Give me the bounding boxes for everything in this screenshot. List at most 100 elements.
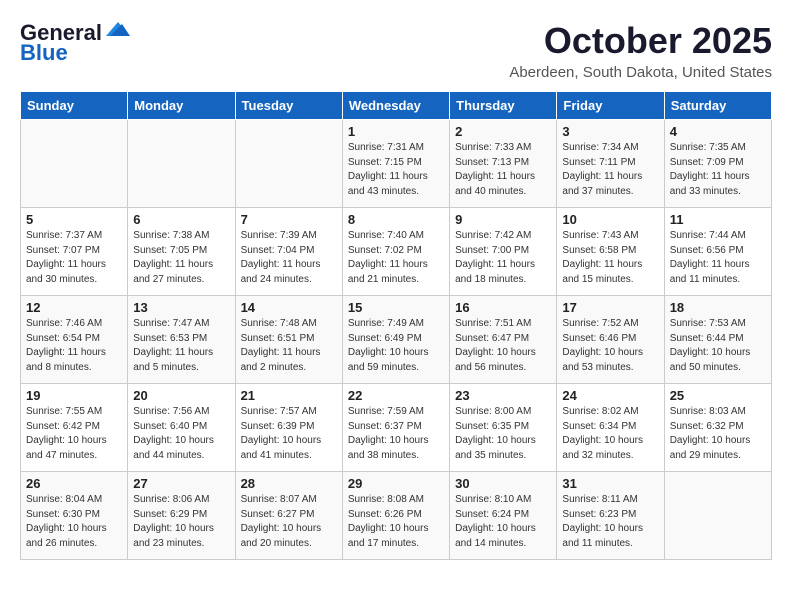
day-info: Sunrise: 7:57 AM Sunset: 6:39 PM Dayligh…: [241, 405, 337, 463]
week-row-4: 19 Sunrise: 7:55 AM Sunset: 6:42 PM Dayli…: [21, 384, 772, 472]
day-info: Sunrise: 7:59 AM Sunset: 6:37 PM Dayligh…: [348, 405, 444, 463]
day-number: 1: [348, 124, 444, 139]
week-row-5: 26Sunrise: 8:04 AM Sunset: 6:30 PM Dayli…: [21, 472, 772, 560]
page-header: General Blue October 2025 Aberdeen, Sout…: [20, 20, 772, 81]
day-info: Sunrise: 7:44 AM Sunset: 6:56 PM Dayligh…: [670, 229, 766, 287]
calendar-cell: 24 Sunrise: 8:02 AM Sunset: 6:34 PM Dayli…: [557, 384, 664, 472]
calendar-cell: [235, 120, 342, 208]
week-row-1: 1 Sunrise: 7:31 AM Sunset: 7:15 PM Daylig…: [21, 120, 772, 208]
day-info: Sunrise: 7:52 AM Sunset: 6:46 PM Dayligh…: [562, 317, 658, 375]
day-info: Sunrise: 7:33 AM Sunset: 7:13 PM Dayligh…: [455, 141, 551, 199]
day-info: Sunrise: 8:06 AM Sunset: 6:29 PM Dayligh…: [133, 493, 229, 551]
day-info: Sunrise: 8:11 AM Sunset: 6:23 PM Dayligh…: [562, 493, 658, 551]
calendar-cell: 13 Sunrise: 7:47 AM Sunset: 6:53 PM Dayli…: [128, 296, 235, 384]
day-info: Sunrise: 8:04 AM Sunset: 6:30 PM Dayligh…: [26, 493, 122, 551]
calendar-cell: 18 Sunrise: 7:53 AM Sunset: 6:44 PM Dayli…: [664, 296, 771, 384]
calendar-cell: 1 Sunrise: 7:31 AM Sunset: 7:15 PM Daylig…: [342, 120, 449, 208]
calendar-cell: 31 Sunrise: 8:11 AM Sunset: 6:23 PM Dayli…: [557, 472, 664, 560]
day-info: Sunrise: 7:34 AM Sunset: 7:11 PM Dayligh…: [562, 141, 658, 199]
calendar-cell: 15Sunrise: 7:49 AM Sunset: 6:49 PM Dayli…: [342, 296, 449, 384]
week-row-3: 12 Sunrise: 7:46 AM Sunset: 6:54 PM Dayli…: [21, 296, 772, 384]
day-info: Sunrise: 7:48 AM Sunset: 6:51 PM Dayligh…: [241, 317, 337, 375]
day-info: Sunrise: 7:39 AM Sunset: 7:04 PM Dayligh…: [241, 229, 337, 287]
weekday-header-wednesday: Wednesday: [342, 92, 449, 120]
logo-arrow-icon: [104, 20, 132, 38]
day-info: Sunrise: 8:07 AM Sunset: 6:27 PM Dayligh…: [241, 493, 337, 551]
day-info: Sunrise: 7:47 AM Sunset: 6:53 PM Dayligh…: [133, 317, 229, 375]
calendar-cell: 16 Sunrise: 7:51 AM Sunset: 6:47 PM Dayli…: [450, 296, 557, 384]
day-number: 22: [348, 388, 444, 403]
weekday-header-tuesday: Tuesday: [235, 92, 342, 120]
weekday-header-saturday: Saturday: [664, 92, 771, 120]
day-number: 12: [26, 300, 122, 315]
calendar-cell: 8 Sunrise: 7:40 AM Sunset: 7:02 PM Daylig…: [342, 208, 449, 296]
calendar-cell: 25Sunrise: 8:03 AM Sunset: 6:32 PM Dayli…: [664, 384, 771, 472]
day-number: 16: [455, 300, 551, 315]
day-info: Sunrise: 7:38 AM Sunset: 7:05 PM Dayligh…: [133, 229, 229, 287]
day-number: 23: [455, 388, 551, 403]
day-number: 27: [133, 476, 229, 491]
logo: General Blue: [20, 20, 132, 66]
calendar-cell: 6 Sunrise: 7:38 AM Sunset: 7:05 PM Daylig…: [128, 208, 235, 296]
calendar-cell: 7 Sunrise: 7:39 AM Sunset: 7:04 PM Daylig…: [235, 208, 342, 296]
calendar-cell: 14 Sunrise: 7:48 AM Sunset: 6:51 PM Dayli…: [235, 296, 342, 384]
day-number: 6: [133, 212, 229, 227]
weekday-header-monday: Monday: [128, 92, 235, 120]
day-number: 18: [670, 300, 766, 315]
day-number: 5: [26, 212, 122, 227]
day-info: Sunrise: 7:55 AM Sunset: 6:42 PM Dayligh…: [26, 405, 122, 463]
day-number: 15: [348, 300, 444, 315]
day-number: 13: [133, 300, 229, 315]
day-info: Sunrise: 7:40 AM Sunset: 7:02 PM Dayligh…: [348, 229, 444, 287]
day-number: 29: [348, 476, 444, 491]
calendar-cell: 28 Sunrise: 8:07 AM Sunset: 6:27 PM Dayli…: [235, 472, 342, 560]
day-info: Sunrise: 7:35 AM Sunset: 7:09 PM Dayligh…: [670, 141, 766, 199]
day-number: 11: [670, 212, 766, 227]
day-info: Sunrise: 7:56 AM Sunset: 6:40 PM Dayligh…: [133, 405, 229, 463]
calendar-cell: [21, 120, 128, 208]
calendar-cell: [128, 120, 235, 208]
calendar-cell: 22 Sunrise: 7:59 AM Sunset: 6:37 PM Dayli…: [342, 384, 449, 472]
weekday-header-friday: Friday: [557, 92, 664, 120]
calendar-table: SundayMondayTuesdayWednesdayThursdayFrid…: [20, 91, 772, 560]
day-number: 20: [133, 388, 229, 403]
location-title: Aberdeen, South Dakota, United States: [509, 64, 772, 81]
calendar-cell: 5 Sunrise: 7:37 AM Sunset: 7:07 PM Daylig…: [21, 208, 128, 296]
day-info: Sunrise: 7:43 AM Sunset: 6:58 PM Dayligh…: [562, 229, 658, 287]
day-info: Sunrise: 8:03 AM Sunset: 6:32 PM Dayligh…: [670, 405, 766, 463]
calendar-cell: 4 Sunrise: 7:35 AM Sunset: 7:09 PM Daylig…: [664, 120, 771, 208]
day-number: 3: [562, 124, 658, 139]
day-number: 19: [26, 388, 122, 403]
day-number: 2: [455, 124, 551, 139]
calendar-cell: 20 Sunrise: 7:56 AM Sunset: 6:40 PM Dayli…: [128, 384, 235, 472]
calendar-cell: 30Sunrise: 8:10 AM Sunset: 6:24 PM Dayli…: [450, 472, 557, 560]
day-number: 9: [455, 212, 551, 227]
day-number: 24: [562, 388, 658, 403]
calendar-cell: 21Sunrise: 7:57 AM Sunset: 6:39 PM Dayli…: [235, 384, 342, 472]
calendar-cell: 26Sunrise: 8:04 AM Sunset: 6:30 PM Dayli…: [21, 472, 128, 560]
day-number: 7: [241, 212, 337, 227]
day-number: 28: [241, 476, 337, 491]
day-info: Sunrise: 7:46 AM Sunset: 6:54 PM Dayligh…: [26, 317, 122, 375]
calendar-cell: 9 Sunrise: 7:42 AM Sunset: 7:00 PM Daylig…: [450, 208, 557, 296]
weekday-header-sunday: Sunday: [21, 92, 128, 120]
day-info: Sunrise: 7:53 AM Sunset: 6:44 PM Dayligh…: [670, 317, 766, 375]
day-number: 10: [562, 212, 658, 227]
day-number: 31: [562, 476, 658, 491]
logo-blue: Blue: [20, 40, 68, 66]
day-info: Sunrise: 8:02 AM Sunset: 6:34 PM Dayligh…: [562, 405, 658, 463]
calendar-cell: 3 Sunrise: 7:34 AM Sunset: 7:11 PM Daylig…: [557, 120, 664, 208]
day-number: 14: [241, 300, 337, 315]
day-number: 17: [562, 300, 658, 315]
day-info: Sunrise: 7:51 AM Sunset: 6:47 PM Dayligh…: [455, 317, 551, 375]
day-info: Sunrise: 7:37 AM Sunset: 7:07 PM Dayligh…: [26, 229, 122, 287]
calendar-cell: 23Sunrise: 8:00 AM Sunset: 6:35 PM Dayli…: [450, 384, 557, 472]
day-number: 8: [348, 212, 444, 227]
day-number: 4: [670, 124, 766, 139]
day-number: 30: [455, 476, 551, 491]
weekday-header-row: SundayMondayTuesdayWednesdayThursdayFrid…: [21, 92, 772, 120]
calendar-cell: 19 Sunrise: 7:55 AM Sunset: 6:42 PM Dayli…: [21, 384, 128, 472]
title-block: October 2025 Aberdeen, South Dakota, Uni…: [509, 20, 772, 81]
day-info: Sunrise: 7:31 AM Sunset: 7:15 PM Dayligh…: [348, 141, 444, 199]
day-info: Sunrise: 7:42 AM Sunset: 7:00 PM Dayligh…: [455, 229, 551, 287]
